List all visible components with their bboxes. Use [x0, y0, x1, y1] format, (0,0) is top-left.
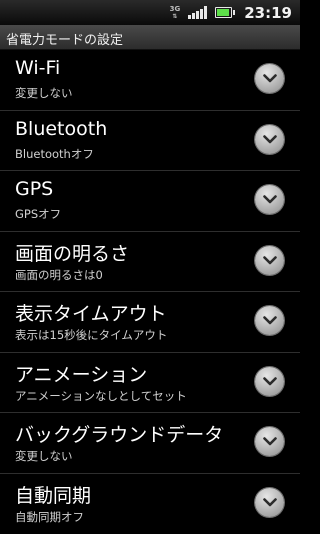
- chevron-down-icon[interactable]: [255, 366, 284, 396]
- setting-title: 表示タイムアウト: [15, 303, 167, 325]
- chevron-down-icon[interactable]: [255, 487, 284, 517]
- setting-item-wifi[interactable]: Wi-Fi 変更しない: [0, 50, 300, 111]
- setting-summary: 自動同期オフ: [15, 509, 84, 524]
- setting-title: バックグラウンドデータ: [15, 424, 224, 446]
- setting-summary: 画面の明るさは0: [15, 267, 103, 282]
- page-title: 省電力モードの設定: [6, 33, 124, 48]
- battery-icon: [215, 7, 236, 18]
- setting-item-animation[interactable]: アニメーション アニメーションなしとしてセット: [0, 353, 300, 413]
- setting-summary: GPSオフ: [15, 207, 62, 221]
- setting-item-bluetooth[interactable]: Bluetooth Bluetoothオフ: [0, 111, 300, 171]
- setting-summary: 変更しない: [15, 449, 73, 463]
- chevron-down-icon[interactable]: [255, 185, 284, 214]
- status-icons: 3G ⇅ 23:19: [170, 0, 292, 25]
- status-clock: 23:19: [244, 3, 292, 22]
- network-type-label: 3G: [169, 4, 181, 13]
- setting-summary: 表示は15秒後にタイムアウト: [15, 328, 168, 342]
- setting-title: 画面の明るさ: [15, 242, 130, 265]
- chevron-down-icon[interactable]: [255, 64, 284, 93]
- chevron-down-icon[interactable]: [255, 306, 284, 335]
- setting-item-display-timeout[interactable]: 表示タイムアウト 表示は15秒後にタイムアウト: [0, 292, 300, 353]
- setting-title: GPS: [15, 178, 54, 200]
- setting-title: アニメーション: [15, 363, 148, 386]
- signal-icon: [188, 6, 208, 19]
- chevron-down-icon[interactable]: [255, 427, 284, 456]
- setting-summary: 変更しない: [15, 86, 73, 100]
- setting-item-auto-sync[interactable]: 自動同期 自動同期オフ: [0, 474, 300, 534]
- chevron-down-icon[interactable]: [255, 245, 284, 275]
- setting-item-background-data[interactable]: バックグラウンドデータ 変更しない: [0, 413, 300, 474]
- setting-item-screen-brightness[interactable]: 画面の明るさ 画面の明るさは0: [0, 232, 300, 292]
- 3g-icon: 3G ⇅: [169, 4, 181, 20]
- status-bar: 3G ⇅ 23:19: [0, 0, 300, 25]
- network-activity-icon: ⇅: [172, 12, 178, 20]
- setting-summary: Bluetoothオフ: [15, 146, 94, 161]
- setting-title: Bluetooth: [15, 117, 108, 140]
- chevron-down-icon[interactable]: [255, 124, 284, 154]
- battery-fill: [217, 9, 229, 16]
- title-bar: 省電力モードの設定: [0, 25, 300, 50]
- setting-item-gps[interactable]: GPS GPSオフ: [0, 171, 300, 232]
- setting-title: 自動同期: [15, 484, 92, 507]
- settings-list: Wi-Fi 変更しない Bluetooth Bluetoothオフ GPS GP…: [0, 50, 300, 534]
- setting-title: Wi-Fi: [15, 57, 61, 79]
- setting-summary: アニメーションなしとしてセット: [15, 388, 187, 403]
